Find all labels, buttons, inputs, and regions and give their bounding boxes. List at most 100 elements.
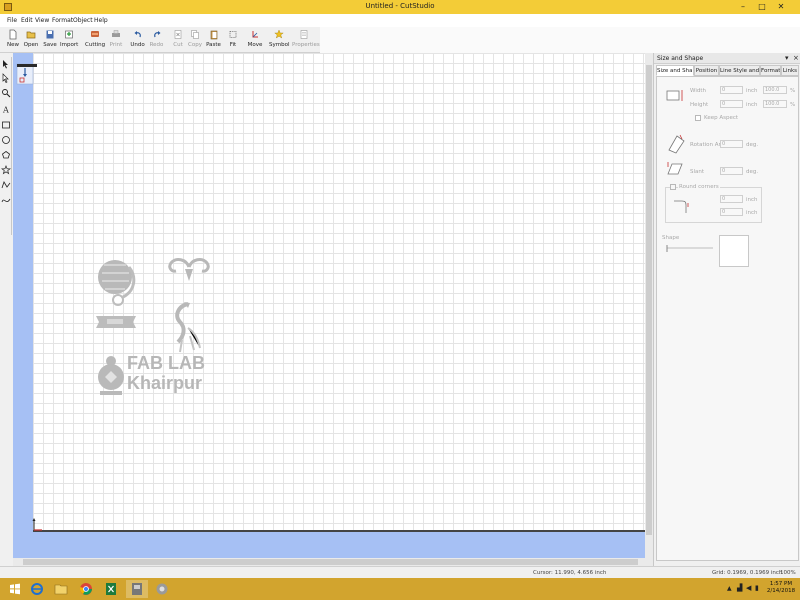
print-button[interactable]: Print	[108, 29, 124, 52]
round-corner-input-1[interactable]: 0	[720, 195, 743, 203]
internet-explorer-icon[interactable]	[26, 580, 48, 598]
star-tool-icon[interactable]	[1, 165, 11, 175]
windows-start-icon[interactable]	[4, 580, 26, 598]
size-box-icon	[666, 90, 683, 101]
width-percent-input[interactable]: 100.0	[763, 86, 787, 94]
khairpur-logo-text: Khairpur	[127, 373, 203, 393]
slant-input[interactable]: 0	[720, 167, 743, 175]
tab-links[interactable]: Links	[781, 65, 799, 76]
horizontal-scrollbar[interactable]	[13, 558, 653, 566]
menu-file[interactable]: File	[7, 17, 17, 24]
panel-body: Width 0 inch 100.0 % Height 0 inch 100.0…	[656, 76, 799, 561]
cut-button[interactable]: Cut	[170, 29, 186, 52]
copy-icon	[191, 30, 199, 39]
excel-icon[interactable]	[100, 580, 122, 598]
keep-aspect-checkbox[interactable]	[695, 115, 701, 121]
menu-bar: File Edit View Format Object Help	[0, 14, 800, 27]
new-button[interactable]: New	[5, 29, 21, 52]
redo-icon	[153, 31, 160, 38]
rotation-input[interactable]: 0	[720, 140, 743, 148]
round-corner-unit-1: inch	[746, 197, 758, 203]
fit-button[interactable]: Fit	[226, 29, 240, 52]
height-percent-input[interactable]: 100.0	[763, 100, 787, 108]
edit-points-icon[interactable]	[1, 73, 11, 83]
curve-tool-icon[interactable]	[1, 195, 11, 205]
save-button[interactable]: Save	[42, 29, 58, 52]
toolbar-empty-area	[320, 27, 800, 53]
panel-close-icon[interactable]: ×	[793, 54, 799, 62]
import-icon	[65, 30, 73, 39]
origin-marker-icon	[32, 518, 42, 531]
text-tool-icon[interactable]: A	[1, 104, 11, 115]
tray-expand-icon[interactable]: ▲	[727, 585, 732, 592]
paste-button[interactable]: Paste	[205, 29, 222, 52]
maximize-icon[interactable]: □	[755, 1, 769, 12]
star-symbol-icon	[273, 29, 284, 39]
undo-button[interactable]: Undo	[129, 29, 146, 52]
menu-format[interactable]: Format	[52, 17, 73, 24]
open-button[interactable]: Open	[23, 29, 39, 52]
open-folder-icon	[26, 31, 36, 39]
symbol-button[interactable]: Symbol	[269, 29, 290, 52]
horizontal-margin-bar	[13, 531, 645, 558]
slant-unit-label: deg.	[746, 169, 759, 175]
chrome-icon[interactable]	[75, 580, 97, 598]
move-button[interactable]: Move	[246, 29, 264, 52]
media-baseline	[33, 530, 645, 532]
file-explorer-icon[interactable]	[50, 580, 72, 598]
vertical-scroll-thumb[interactable]	[646, 65, 652, 535]
width-label: Width	[690, 88, 706, 94]
polygon-tool-icon[interactable]	[1, 150, 11, 160]
redo-button[interactable]: Redo	[148, 29, 165, 52]
app-taskbar-icon[interactable]	[151, 580, 173, 598]
cursor-position-text: Cursor: 11.990, 4.656 inch	[533, 570, 607, 576]
status-bar: Cursor: 11.990, 4.656 inch Grid: 0.1969,…	[0, 566, 800, 578]
battery-icon[interactable]: ▮	[755, 584, 759, 592]
ellipse-tool-icon[interactable]	[1, 135, 11, 145]
menu-help[interactable]: Help	[94, 17, 108, 24]
height-percent-symbol: %	[790, 102, 796, 108]
close-icon[interactable]: ✕	[774, 1, 788, 12]
minimize-icon[interactable]: –	[736, 1, 750, 12]
new-document-icon	[9, 29, 17, 40]
clock-time: 1:57 PM	[769, 581, 793, 587]
tab-format[interactable]: Format	[760, 65, 781, 76]
select-arrow-icon[interactable]	[1, 59, 11, 69]
polyline-tool-icon[interactable]	[1, 180, 11, 190]
zoom-level-text: 100%	[780, 570, 796, 576]
scissors-icon	[174, 30, 182, 39]
import-button[interactable]: Import	[60, 29, 78, 52]
taskbar-clock[interactable]: 1:57 PM 2/14/2018	[764, 581, 798, 595]
vertical-scrollbar[interactable]	[645, 53, 653, 558]
cutting-machine-icon	[91, 31, 99, 37]
zoom-magnifier-icon[interactable]	[1, 88, 11, 98]
horizontal-scroll-thumb[interactable]	[23, 559, 638, 565]
shape-label: Shape	[662, 235, 680, 241]
menu-object[interactable]: Object	[73, 17, 93, 24]
shape-slider-icon[interactable]	[665, 243, 715, 255]
menu-edit[interactable]: Edit	[21, 17, 33, 24]
slant-icon	[667, 162, 683, 175]
properties-button[interactable]: Properties	[292, 29, 320, 52]
tab-line-style[interactable]: Line Style and C...	[719, 65, 760, 76]
copy-button[interactable]: Copy	[187, 29, 203, 52]
network-icon[interactable]: ▟	[737, 584, 742, 592]
slant-label: Slant	[690, 169, 705, 175]
page-corner-marker-icon	[16, 63, 37, 85]
tab-size-and-shape[interactable]: Size and Shape	[656, 65, 694, 76]
panel-pin-icon[interactable]: ▾	[785, 54, 789, 62]
rectangle-tool-icon[interactable]	[1, 120, 11, 130]
fit-to-window-icon	[229, 31, 237, 38]
mascot-ball-graphic	[98, 260, 136, 306]
height-input[interactable]: 0	[720, 100, 743, 108]
round-corner-input-2[interactable]: 0	[720, 208, 743, 216]
round-corners-checkbox[interactable]	[670, 184, 676, 190]
cutting-button[interactable]: Cutting	[85, 29, 105, 52]
menu-view[interactable]: View	[35, 17, 49, 24]
shape-preview-box	[719, 235, 749, 267]
tab-position[interactable]: Position	[694, 65, 719, 76]
undo-icon	[134, 31, 141, 38]
width-input[interactable]: 0	[720, 86, 743, 94]
cutstudio-taskbar-icon[interactable]	[126, 580, 148, 598]
volume-icon[interactable]: ◀	[746, 584, 751, 592]
